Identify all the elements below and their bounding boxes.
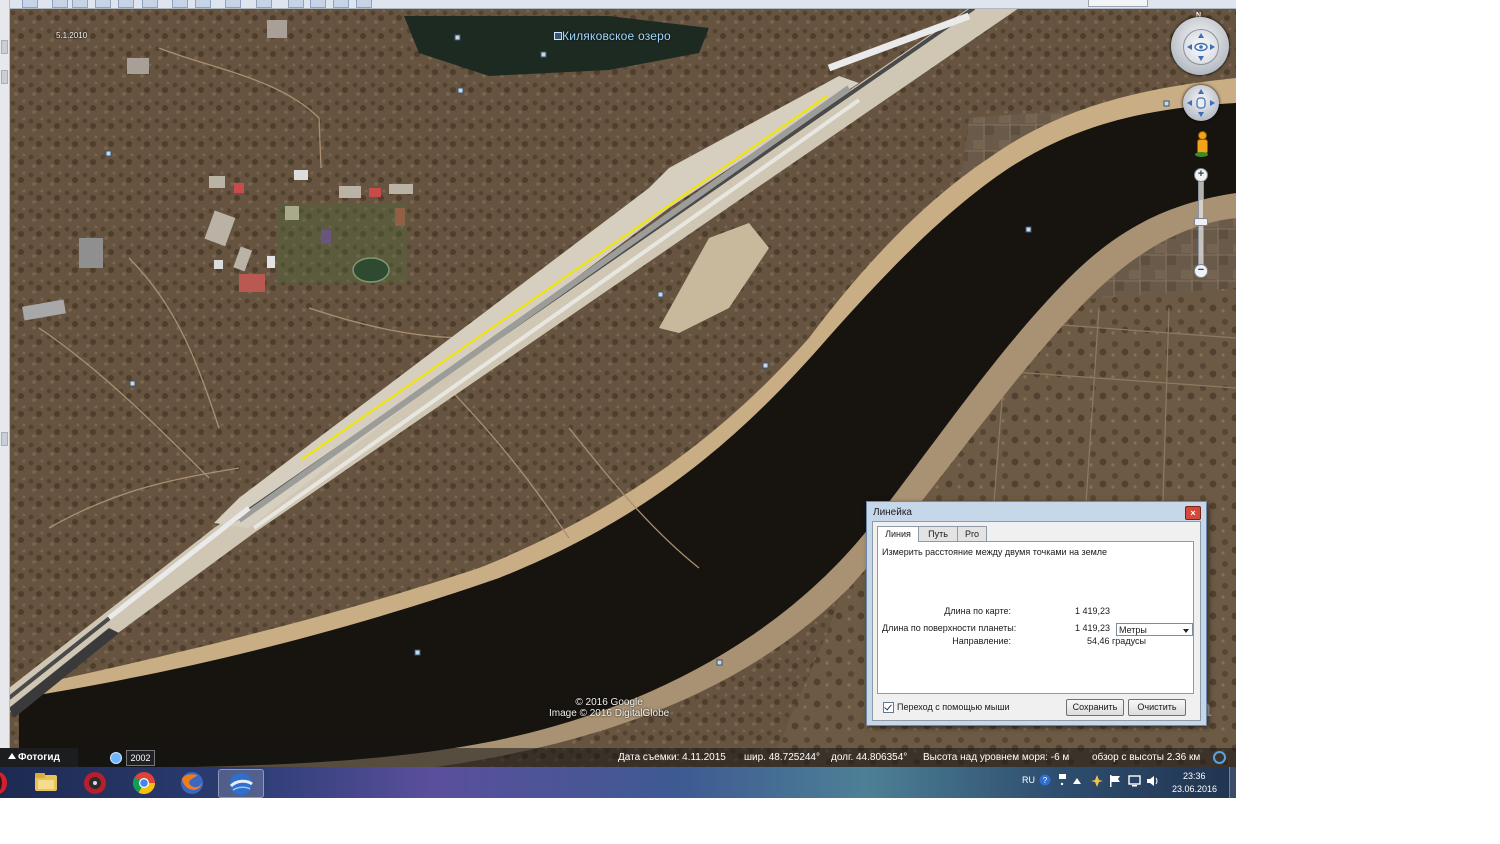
map-length-value: 1 419,23 — [1075, 606, 1111, 616]
toolbar-button[interactable] — [52, 0, 68, 8]
copyright-google: © 2016 Google — [575, 697, 643, 708]
main-toolbar — [0, 0, 1236, 9]
firefox-icon[interactable] — [170, 769, 214, 796]
chevron-up-icon — [8, 753, 16, 759]
opera-icon[interactable] — [0, 769, 12, 796]
toolbar-button[interactable] — [288, 0, 304, 8]
toolbar-button[interactable] — [95, 0, 111, 8]
app-tray-icon[interactable] — [1091, 775, 1103, 787]
toolbar-button[interactable] — [225, 0, 241, 8]
chevron-up-icon[interactable] — [1073, 778, 1081, 784]
help-icon[interactable]: ? — [1039, 774, 1051, 786]
tab-panel-line: Измерить расстояние между двумя точками … — [877, 541, 1194, 694]
show-desktop-button[interactable] — [1229, 767, 1236, 798]
capture-date: Дата съемки: 4.11.2015 — [618, 752, 726, 763]
sign-in-button[interactable] — [1088, 0, 1148, 7]
google-earth-icon[interactable] — [218, 769, 264, 798]
heading-value: 54,46 градусы — [1087, 636, 1146, 646]
zoom-slider-handle[interactable] — [1194, 218, 1208, 226]
network-icon[interactable] — [1128, 775, 1141, 787]
elevation-readout: Высота над уровнем моря: -6 м — [923, 752, 1070, 763]
imagery-copyright: © 2016 Google Image © 2016 DigitalGlobe — [549, 697, 669, 719]
units-select[interactable]: Метры — [1116, 623, 1193, 636]
tour-guide-label: Фотогид — [18, 752, 60, 763]
toolbar-button[interactable] — [333, 0, 349, 8]
zoom-in-icon[interactable]: + — [1194, 168, 1208, 182]
google-earth-globe-icon — [229, 773, 253, 795]
tab-line[interactable]: Линия — [877, 526, 919, 542]
hand-icon — [1187, 89, 1215, 117]
toolbar-button[interactable] — [356, 0, 372, 8]
toolbar-button[interactable] — [22, 0, 38, 8]
clear-button[interactable]: Очистить — [1128, 699, 1186, 716]
save-button[interactable]: Сохранить — [1066, 699, 1124, 716]
toolbar-button[interactable] — [118, 0, 134, 8]
copyright-digitalglobe: Image © 2016 DigitalGlobe — [549, 708, 670, 719]
historical-imagery-clock-icon[interactable] — [110, 752, 122, 764]
tab-pro[interactable]: Pro — [957, 526, 987, 541]
compass-ring[interactable] — [1171, 17, 1229, 75]
toolbar-button[interactable] — [142, 0, 158, 8]
units-select-value: Метры — [1119, 625, 1147, 635]
heading-label: Направление: — [952, 636, 1011, 646]
explorer-folder-icon[interactable] — [24, 769, 68, 796]
eye-icon — [1187, 33, 1215, 61]
eye-altitude-readout: обзор с высоты 2.36 км — [1092, 752, 1201, 763]
close-icon[interactable]: × — [1185, 506, 1201, 520]
longitude-readout: долг. 44.806354° — [831, 752, 908, 763]
toolbar-button[interactable] — [310, 0, 326, 8]
mouse-navigation-label: Переход с помощью мыши — [897, 702, 1010, 712]
tab-path[interactable]: Путь — [918, 526, 958, 541]
google-earth-window: Киляковское озеро 5.1.2010 © 2016 Google… — [0, 0, 1236, 798]
zoom-out-icon[interactable]: − — [1194, 264, 1208, 278]
sidebar-handle[interactable] — [1, 432, 8, 446]
map-length-label: Длина по карте: — [944, 606, 1011, 616]
ruler-description: Измерить расстояние между двумя точками … — [882, 547, 1108, 557]
system-tray: RU ? 23:36 23.06.2016 — [1015, 767, 1236, 798]
ruler-dialog: Линейка × Линия Путь Pro Измерить рассто… — [866, 501, 1207, 726]
clock-date[interactable]: 23.06.2016 — [1172, 784, 1217, 794]
chevron-down-icon — [1183, 629, 1189, 633]
toolbar-button[interactable] — [72, 0, 88, 8]
toolbar-button[interactable] — [172, 0, 188, 8]
move-joystick[interactable] — [1183, 85, 1219, 121]
mouse-navigation-checkbox[interactable] — [883, 702, 894, 713]
status-bar: Дата съемки: 4.11.2015 шир. 48.725244° д… — [9, 748, 1236, 767]
svg-text:?: ? — [1043, 776, 1048, 785]
toolbar-button[interactable] — [256, 0, 272, 8]
ground-length-value: 1 419,23 — [1075, 623, 1111, 633]
streaming-progress-icon — [1213, 751, 1226, 764]
volume-icon[interactable] — [1147, 775, 1159, 787]
sidebar-handle[interactable] — [1, 40, 8, 54]
chrome-icon[interactable] — [122, 769, 166, 796]
look-around-joystick[interactable] — [1183, 29, 1219, 65]
sidebar-handle[interactable] — [1, 70, 8, 84]
dialog-title: Линейка — [873, 507, 912, 518]
keyboard-layout-icon[interactable] — [1058, 773, 1067, 787]
street-view-pegman-icon[interactable] — [1195, 131, 1208, 159]
dialog-body: Линия Путь Pro Измерить расстояние между… — [872, 521, 1201, 721]
latitude-readout: шир. 48.725244° — [744, 752, 820, 763]
language-indicator[interactable]: RU — [1022, 775, 1035, 785]
pegman-base — [1195, 152, 1208, 157]
historical-year-badge[interactable]: 2002 — [126, 750, 155, 766]
ground-length-label: Длина по поверхности планеты: — [882, 623, 1017, 633]
lake-marker-icon[interactable] — [554, 32, 562, 40]
historical-date-label: 5.1.2010 — [56, 31, 88, 40]
media-player-icon[interactable] — [73, 769, 117, 796]
clock-time[interactable]: 23:36 — [1183, 771, 1206, 781]
tour-guide-button[interactable]: Фотогид — [0, 748, 78, 767]
toolbar-button[interactable] — [195, 0, 211, 8]
lake-label[interactable]: Киляковское озеро — [562, 29, 671, 43]
sidebar-collapsed[interactable] — [0, 0, 10, 767]
action-center-flag-icon[interactable] — [1110, 775, 1120, 787]
